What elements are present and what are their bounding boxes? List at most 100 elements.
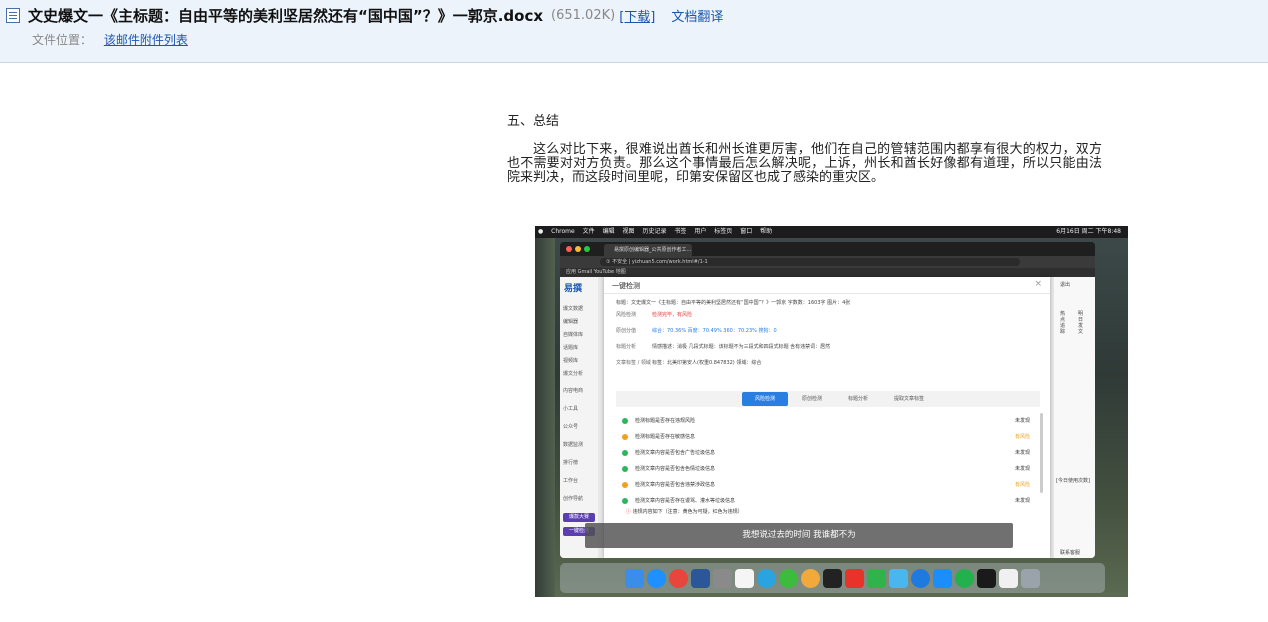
tab-risk: 风险检测: [742, 392, 788, 406]
menubar-clock: 6月16日 周二 下午8:48: [1056, 228, 1121, 235]
location-label: 文件位置：: [32, 33, 93, 47]
shield-check-icon: [622, 497, 628, 504]
usage-count: [今日使用次数]: [1056, 478, 1090, 484]
embedded-screenshot: ● Chrome 文件 编辑 视图 历史记录 书签 用户 标签页 窗口 帮助 6…: [535, 226, 1128, 597]
logout-link: 退出: [1060, 282, 1071, 288]
video-subtitle: 我想说过去的时间 我谁都不为: [585, 523, 1013, 548]
menu-item: 用户: [694, 228, 707, 235]
tab-original: 原创检测: [802, 396, 823, 402]
qq-icon: [823, 568, 842, 588]
check-text: 检测文章内容是否包含色情垃圾信息: [635, 466, 716, 472]
modal-tabs: 风险检测 原创检测 标题分析 提取文章标签: [616, 391, 1040, 407]
row-value: 检测完毕，有风险: [652, 312, 693, 318]
check-text: 检测标题是否存在敏感信息: [635, 434, 696, 440]
check-status: 有风险: [1014, 434, 1030, 440]
warning-text: 违规内容如下（注意：黄色为可疑，红色为违规）: [632, 509, 743, 515]
shield-check-icon: [622, 465, 628, 472]
sidebar-item: 爆文分析: [563, 371, 584, 377]
sidebar-item: 自媒体库: [563, 332, 584, 338]
weibo-icon: [845, 568, 864, 588]
sidebar-item: 视频库: [563, 358, 579, 364]
menu-item: 帮助: [760, 228, 773, 235]
tab-extract-tags: 提取文章标签: [894, 396, 925, 402]
url-field: ① 不安全 | yizhuan5.com/work.html#/1-1: [600, 258, 1020, 266]
location-link[interactable]: 该邮件附件列表: [104, 33, 188, 47]
translate-link[interactable]: 文档翻译: [671, 6, 723, 25]
orig-row: 原创分值 综合：70.36% 百度：70.49% 360：70.23% 搜狗：0: [616, 327, 777, 334]
sidebar-item: 内容电商: [563, 388, 584, 394]
check-status: 未发现: [1014, 450, 1030, 456]
shield-check-icon: [622, 417, 628, 424]
check-row: 检测标题是否存在违规风险 未发现: [622, 415, 1040, 427]
site-logo: 易撰: [564, 284, 583, 294]
warning-x-icon: [622, 481, 628, 488]
iqiyi-icon: [867, 568, 886, 588]
sidebar-item: 爆文数据: [563, 306, 584, 312]
menu-item: 历史记录: [642, 228, 667, 235]
row-value: 标签：北美印第安人(权重0.847832) 领域：综合: [652, 360, 762, 366]
word-doc-icon: [6, 7, 20, 23]
tab-bar: 易撰原创编辑器_公共原创作者工...: [560, 242, 1095, 256]
check-text: 检测标题是否存在违规风险: [635, 418, 696, 424]
check-row: 检测文章内容是否包含广告垃圾信息 未发现: [622, 447, 1040, 459]
check-row: 检测标题是否存在敏感信息 有风险: [622, 431, 1040, 443]
file-size: (651.02K): [551, 7, 616, 23]
sidebar-item: 数据监测: [563, 442, 584, 448]
check-status: 有风险: [1014, 482, 1030, 488]
minimize-dot-icon: [575, 246, 581, 252]
web-page: 易撰 爆文数据 编辑器 自媒体库 话题库 视频库 爆文分析 内容电商 小工具 公…: [560, 277, 1095, 558]
window-controls: [566, 246, 590, 252]
warning-x-icon: [622, 433, 628, 440]
finder-icon: [625, 568, 644, 588]
field-row: 文章标签 / 领域标签：北美印第安人(权重0.847832) 领域：综合: [616, 359, 761, 366]
right-panel: 退出 热点追踪 明日发文 [今日使用次数] 联系客服: [1054, 277, 1095, 558]
site-sidebar: 易撰 爆文数据 编辑器 自媒体库 话题库 视频库 爆文分析 内容电商 小工具 公…: [560, 277, 598, 558]
sidebar-item: 话题库: [563, 345, 579, 351]
menu-item: 窗口: [740, 228, 753, 235]
apple-icon: ●: [538, 228, 544, 235]
trash-icon: [1021, 568, 1040, 588]
shield-check-icon: [622, 449, 628, 456]
divider: [604, 293, 1050, 294]
check-status: 未发现: [1014, 418, 1030, 424]
mac-dock: [560, 563, 1105, 593]
detect-modal: 一键检测 × 标题：文史爆文一《主标题：自由平等的美利坚居然还有“国中国”？》一…: [604, 277, 1050, 558]
risk-row: 风险检测 检测完毕，有风险: [616, 311, 692, 318]
row-key: 风险检测: [616, 312, 637, 318]
attachment-header: 文史爆文一《主标题：自由平等的美利坚居然还有“国中国”？》一郭京.docx (6…: [0, 0, 1268, 63]
hot-tracking: 热点追踪: [1060, 311, 1066, 335]
row-key: 标题分析: [616, 344, 637, 350]
check-status: 未发现: [1014, 466, 1030, 472]
download-link[interactable]: [下载]: [619, 6, 655, 25]
tomorrow-post: 明日发文: [1078, 311, 1084, 335]
section-heading: 五、总结: [507, 114, 560, 129]
menu-item: 编辑: [602, 228, 615, 235]
sidebar-item: 小工具: [563, 406, 579, 412]
contact-support: 联系客服: [1060, 550, 1081, 556]
sidebar-item: 公众号: [563, 424, 579, 430]
photos-icon: [801, 568, 820, 588]
wechat-icon: [779, 568, 798, 588]
menu-item: 视图: [622, 228, 635, 235]
app-icon: [911, 568, 930, 588]
check-row: 检测文章内容是否包含色情垃圾信息 未发现: [622, 463, 1040, 475]
file-name: 文史爆文一《主标题：自由平等的美利坚居然还有“国中国”？》一郭京.docx: [28, 6, 544, 25]
title-row: 标题分析 情感描述：消极 几段式标题：该标题不为三段式和四段式标题 含有违禁词：居…: [616, 343, 830, 350]
sidebar-item: 编辑器: [563, 319, 579, 325]
warning-icon: ⓘ: [626, 509, 632, 515]
sidebar-button: 爆款大赛: [563, 513, 595, 522]
sidebar-item: 排行榜: [563, 460, 579, 466]
mac-menubar: ● Chrome 文件 编辑 视图 历史记录 书签 用户 标签页 窗口 帮助 6…: [535, 226, 1128, 238]
row-value: 综合：70.36% 百度：70.49% 360：70.23% 搜狗：0: [652, 328, 777, 334]
check-row: 检测文章内容是否包含违禁涉政信息 有风险: [622, 479, 1040, 491]
bookmarks-bar: 应用 Gmail YouTube 地图: [560, 268, 1095, 277]
preferences-icon: [713, 568, 732, 588]
player-icon: [955, 568, 974, 588]
sidebar-item: 创作导航: [563, 496, 584, 502]
address-bar: ① 不安全 | yizhuan5.com/work.html#/1-1: [560, 256, 1095, 268]
menu-item: Chrome: [551, 228, 575, 235]
word-icon: [691, 568, 710, 588]
close-dot-icon: [566, 246, 572, 252]
browser-tab: 易撰原创编辑器_公共原创作者工...: [604, 244, 692, 256]
close-icon: ×: [1034, 279, 1042, 289]
